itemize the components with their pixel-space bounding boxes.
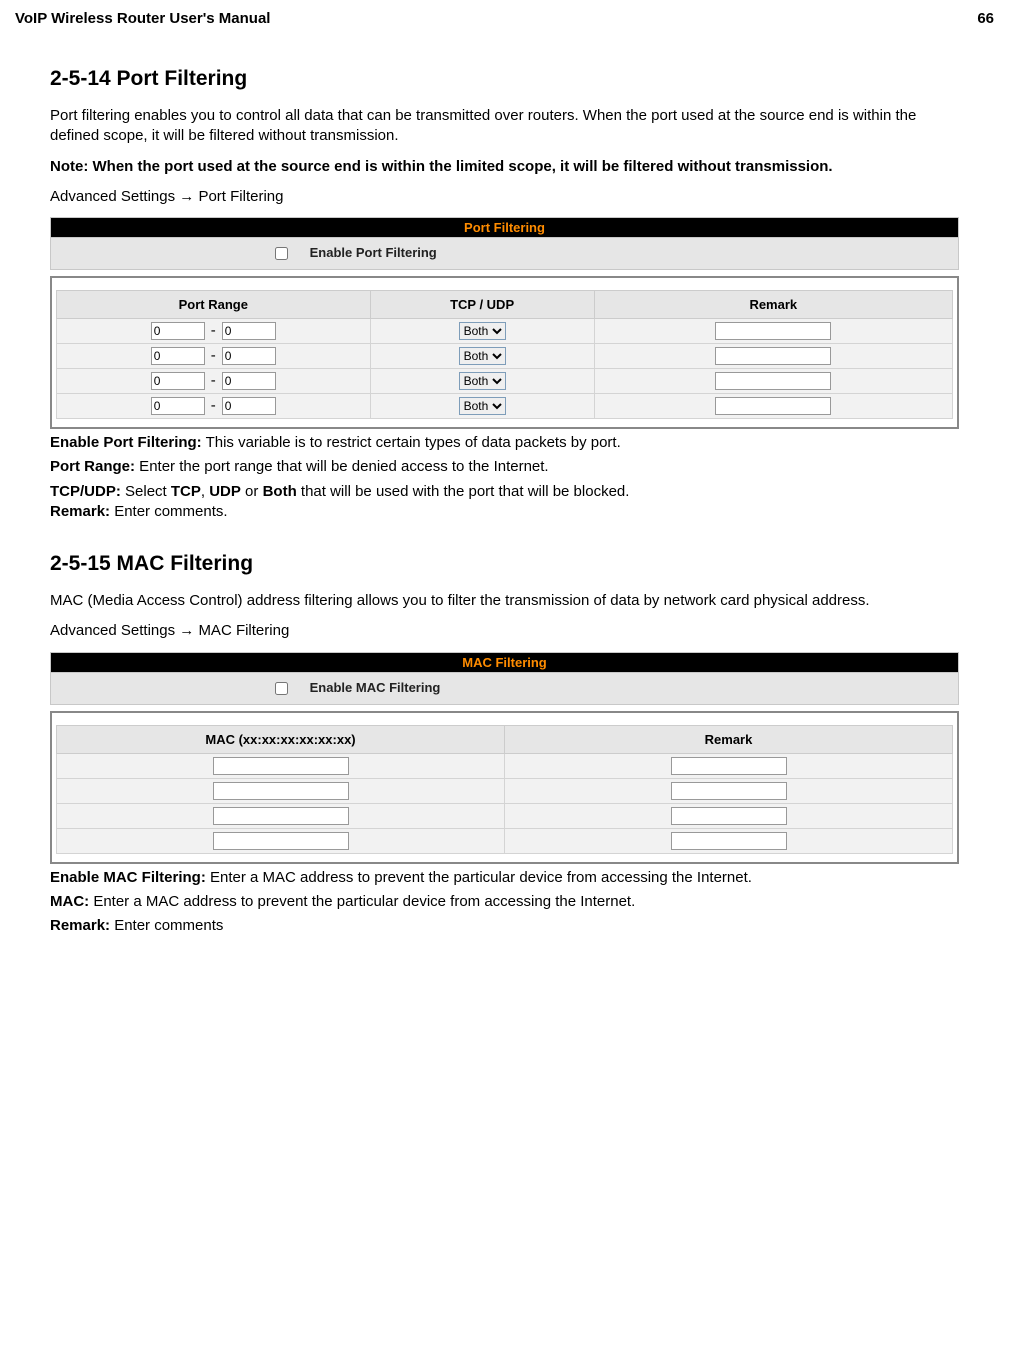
port-to-input[interactable] [222,347,276,365]
enable-row: Enable Port Filtering [51,238,959,270]
proto-select[interactable]: Both [459,347,506,365]
port-to-input[interactable] [222,372,276,390]
table-row: - Both [57,394,953,419]
def-mac: MAC: Enter a MAC address to prevent the … [50,892,959,912]
mac-input[interactable] [213,832,349,850]
enable-port-filtering-label: Enable Port Filtering [310,245,437,260]
remark-input[interactable] [671,782,787,800]
remark-input[interactable] [715,347,831,365]
col-remark: Remark [594,291,952,319]
enable-row: Enable MAC Filtering [51,672,959,704]
def-remark-mac: Remark: Enter comments [50,916,959,936]
port-to-input[interactable] [222,322,276,340]
proto-select[interactable]: Both [459,372,506,390]
col-port-range: Port Range [57,291,371,319]
section-heading-mac-filtering: 2-5-15 MAC Filtering [50,552,959,576]
page-number: 66 [977,10,994,27]
port-from-input[interactable] [151,372,205,390]
port-filtering-grid-panel: Port Range TCP / UDP Remark - Both - Bot… [50,276,959,429]
port-filtering-note: Note: When the port used at the source e… [50,157,959,177]
proto-select[interactable]: Both [459,322,506,340]
enable-mac-filtering-label: Enable MAC Filtering [310,679,441,694]
panel-title: Port Filtering [51,218,959,238]
table-row [57,803,953,828]
proto-select[interactable]: Both [459,397,506,415]
enable-port-filtering-checkbox[interactable] [275,247,288,260]
col-proto: TCP / UDP [370,291,594,319]
remark-input[interactable] [715,397,831,415]
remark-input[interactable] [671,832,787,850]
section-heading-port-filtering: 2-5-14 Port Filtering [50,67,959,91]
col-remark: Remark [505,725,953,753]
remark-input[interactable] [671,757,787,775]
mac-input[interactable] [213,782,349,800]
port-from-input[interactable] [151,322,205,340]
port-filtering-table: Port Range TCP / UDP Remark - Both - Bot… [56,290,953,419]
table-row [57,753,953,778]
doc-title: VoIP Wireless Router User's Manual [15,10,270,27]
table-row: - Both [57,319,953,344]
table-row: - Both [57,344,953,369]
port-from-input[interactable] [151,347,205,365]
remark-input[interactable] [715,372,831,390]
table-row: - Both [57,369,953,394]
remark-input[interactable] [715,322,831,340]
port-to-input[interactable] [222,397,276,415]
def-port-range: Port Range: Enter the port range that wi… [50,457,959,477]
port-from-input[interactable] [151,397,205,415]
mac-input[interactable] [213,757,349,775]
mac-input[interactable] [213,807,349,825]
mac-filtering-grid-panel: MAC (xx:xx:xx:xx:xx:xx) Remark [50,711,959,864]
panel-title: MAC Filtering [51,652,959,672]
breadcrumb-mac-filtering: Advanced Settings → MAC Filtering [50,621,959,641]
remark-input[interactable] [671,807,787,825]
def-enable-port-filtering: Enable Port Filtering: This variable is … [50,433,959,453]
mac-filtering-table: MAC (xx:xx:xx:xx:xx:xx) Remark [56,725,953,854]
table-row [57,778,953,803]
table-row [57,828,953,853]
mac-filtering-intro: MAC (Media Access Control) address filte… [50,591,959,611]
mac-filtering-header-panel: MAC Filtering Enable MAC Filtering [50,652,959,705]
def-tcp-udp: TCP/UDP: Select TCP, UDP or Both that wi… [50,482,959,523]
col-mac: MAC (xx:xx:xx:xx:xx:xx) [57,725,505,753]
enable-mac-filtering-checkbox[interactable] [275,682,288,695]
breadcrumb-port-filtering: Advanced Settings → Port Filtering [50,187,959,207]
def-enable-mac-filtering: Enable MAC Filtering: Enter a MAC addres… [50,868,959,888]
port-filtering-intro: Port filtering enables you to control al… [50,106,959,147]
port-filtering-header-panel: Port Filtering Enable Port Filtering [50,217,959,270]
